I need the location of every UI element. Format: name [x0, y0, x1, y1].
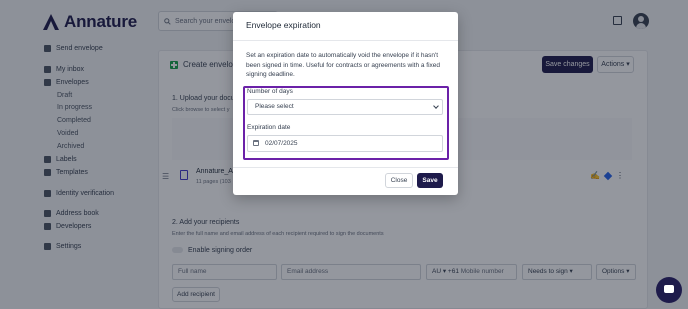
chat-icon[interactable]	[656, 277, 682, 303]
days-select[interactable]: Please select	[247, 99, 443, 115]
expiration-date-input[interactable]: 02/07/2025	[247, 135, 443, 152]
days-label: Number of days	[247, 88, 293, 95]
envelope-expiration-modal: Envelope expiration Set an expiration da…	[233, 12, 458, 195]
divider	[233, 40, 458, 41]
divider	[233, 167, 458, 168]
modal-description: Set an expiration date to automatically …	[246, 52, 441, 78]
calendar-icon	[253, 140, 259, 146]
close-button[interactable]: Close	[385, 173, 413, 188]
save-button[interactable]: Save	[417, 173, 443, 188]
days-select-value: Please select	[255, 103, 294, 110]
chevron-down-icon	[433, 103, 439, 109]
date-label: Expiration date	[247, 124, 291, 131]
modal-title: Envelope expiration	[246, 20, 321, 30]
date-value: 02/07/2025	[265, 140, 298, 147]
